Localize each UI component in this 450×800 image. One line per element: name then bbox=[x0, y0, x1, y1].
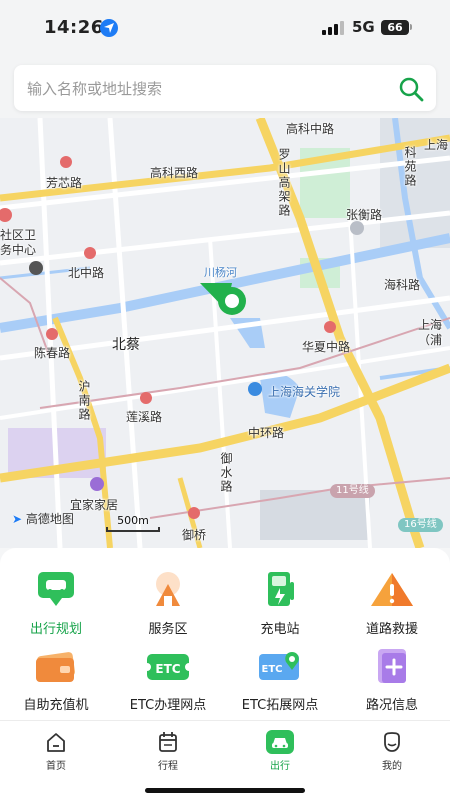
map-scale-bar bbox=[106, 527, 160, 532]
search-input[interactable]: 输入名称或地址搜索 bbox=[14, 65, 436, 111]
service-label: ETC办理网点 bbox=[129, 698, 207, 713]
tab-label: 首页 bbox=[46, 761, 66, 772]
tab-label: 行程 bbox=[158, 761, 178, 772]
map-label-gaoke-west: 高科西路 bbox=[150, 166, 199, 180]
map-label-customs: 上海海关学院 bbox=[268, 385, 341, 399]
location-arrow-icon bbox=[100, 19, 118, 37]
road-rescue-icon bbox=[368, 570, 416, 610]
map-label-yijia: 宜家家居 bbox=[70, 498, 119, 512]
map-label-lianxi: 莲溪路 bbox=[126, 410, 163, 424]
service-label: 充电站 bbox=[260, 622, 300, 637]
profile-icon bbox=[378, 729, 406, 755]
map-label-zhangheng: 张衡路 bbox=[346, 208, 383, 222]
search-placeholder: 输入名称或地址搜索 bbox=[27, 80, 163, 98]
amap-arrow-icon: ➤ bbox=[12, 512, 23, 526]
service-trip-planning[interactable]: 出行规划 bbox=[0, 570, 112, 637]
signal-icon bbox=[322, 21, 344, 35]
tab-profile[interactable]: 我的 bbox=[336, 729, 448, 772]
service-label: 服务区 bbox=[148, 622, 188, 637]
tab-label: 出行 bbox=[270, 761, 290, 772]
tab-travel[interactable]: 出行 bbox=[224, 729, 336, 772]
status-time: 14:26 bbox=[44, 17, 104, 38]
map-label-luoshan: 罗山高架路 bbox=[277, 148, 291, 218]
status-bar: 14:26 5G 66 bbox=[0, 0, 450, 54]
map-brand-text: 高德地图 bbox=[25, 512, 74, 526]
home-icon bbox=[42, 729, 70, 755]
service-service-area[interactable]: 服务区 bbox=[112, 570, 224, 637]
service-area-icon bbox=[144, 570, 192, 610]
map-label-chenchun: 陈春路 bbox=[34, 346, 71, 360]
map-label-community: 社区卫务中心 bbox=[0, 228, 37, 257]
service-panel: 出行规划 服务区 充电站 道路救援 自助充值机 ETC ETC办理网点 ETC … bbox=[0, 548, 450, 720]
map-label-yuqiao: 御桥 bbox=[182, 528, 207, 542]
map-label-yushui: 御水路 bbox=[219, 452, 233, 494]
tab-home[interactable]: 首页 bbox=[0, 729, 112, 772]
recharge-card-icon bbox=[32, 646, 80, 686]
map-scale: 500m bbox=[106, 514, 160, 532]
battery-icon: 66 bbox=[381, 20, 409, 35]
etc-map-icon: ETC bbox=[256, 646, 304, 686]
service-charging-station[interactable]: 充电站 bbox=[224, 570, 336, 637]
service-label: 路况信息 bbox=[365, 698, 418, 713]
etc-outlet-icon: ETC bbox=[143, 646, 193, 686]
svg-text:ETC: ETC bbox=[262, 664, 283, 675]
network-type: 5G bbox=[352, 18, 375, 36]
map-label-shanghai-pu: 上海（浦 bbox=[418, 318, 443, 347]
map-label-huaxia: 华夏中路 bbox=[302, 340, 351, 354]
map-label-zhonghuan: 中环路 bbox=[248, 426, 285, 440]
map-label-beizhong: 北中路 bbox=[68, 266, 105, 280]
calendar-icon bbox=[154, 729, 182, 755]
tab-itinerary[interactable]: 行程 bbox=[112, 729, 224, 772]
metro-badge-16: 16号线 bbox=[398, 518, 443, 532]
map-label-beicai: 北蔡 bbox=[112, 337, 140, 353]
map-scale-label: 500m bbox=[117, 514, 149, 527]
map-label-haike: 海科路 bbox=[384, 278, 421, 292]
search-bar-container: 输入名称或地址搜索 bbox=[0, 54, 450, 118]
map-label-kexiang: 科苑路 bbox=[403, 146, 417, 188]
map-label-fangxin: 芳芯路 bbox=[46, 176, 83, 190]
home-indicator bbox=[145, 788, 305, 793]
car-route-icon bbox=[32, 570, 80, 610]
battery-tip bbox=[410, 24, 412, 30]
service-self-recharge[interactable]: 自助充值机 bbox=[0, 646, 112, 713]
service-label: 道路救援 bbox=[365, 622, 418, 637]
search-icon[interactable] bbox=[398, 76, 424, 106]
map-label-shanghai: 上海 bbox=[424, 138, 449, 152]
service-etc-outlet[interactable]: ETC ETC办理网点 bbox=[112, 646, 224, 713]
map-view[interactable]: 高科中路 高科西路 芳芯路 罗山高架路 科苑路 上海 张衡路 社区卫务中心 北中… bbox=[0, 118, 450, 548]
charging-station-icon bbox=[256, 570, 304, 610]
service-label: 出行规划 bbox=[29, 622, 82, 637]
metro-badge-11: 11号线 bbox=[330, 484, 375, 498]
svg-text:ETC: ETC bbox=[155, 662, 180, 676]
service-label: ETC拓展网点 bbox=[241, 698, 319, 713]
service-etc-expand[interactable]: ETC ETC拓展网点 bbox=[224, 646, 336, 713]
map-label-hunan: 沪南路 bbox=[77, 380, 91, 422]
car-icon bbox=[266, 729, 294, 755]
map-label-chuanyang-river: 川杨河 bbox=[204, 266, 237, 279]
service-label: 自助充值机 bbox=[23, 698, 89, 713]
map-brand-logo: ➤ 高德地图 bbox=[12, 510, 74, 527]
tab-label: 我的 bbox=[382, 761, 402, 772]
map-label-gaoke-rd: 高科中路 bbox=[286, 122, 335, 136]
service-traffic-info[interactable]: 路况信息 bbox=[336, 646, 448, 713]
traffic-info-icon bbox=[368, 646, 416, 686]
service-road-rescue[interactable]: 道路救援 bbox=[336, 570, 448, 637]
